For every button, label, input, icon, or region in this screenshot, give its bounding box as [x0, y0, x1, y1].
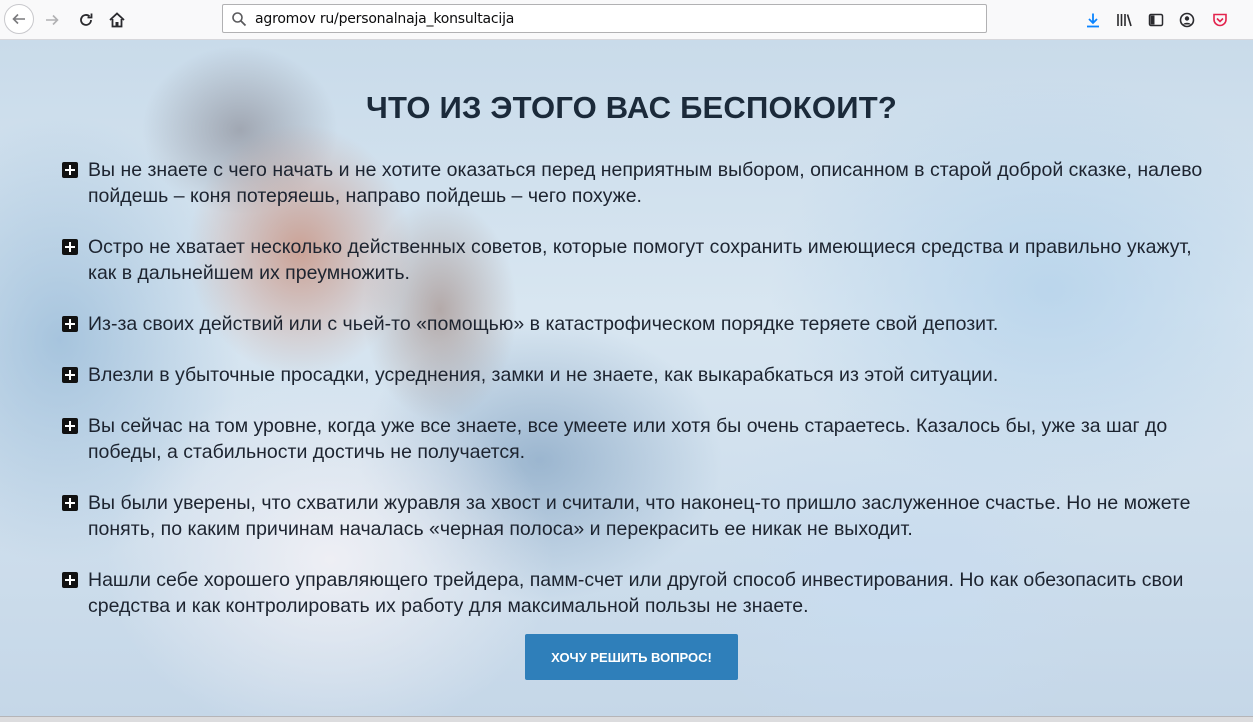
list-item: Влезли в убыточные просадки, усреднения,… — [62, 362, 1222, 388]
concern-text: Вы были уверены, что схватили журавля за… — [88, 492, 1191, 540]
list-item: Вы были уверены, что схватили журавля за… — [62, 490, 1222, 542]
pocket-icon[interactable] — [1210, 10, 1230, 30]
back-arrow-icon — [11, 11, 27, 27]
download-icon[interactable] — [1083, 10, 1103, 30]
forward-arrow-icon — [44, 12, 60, 28]
plus-square-icon — [62, 367, 78, 383]
library-icon[interactable] — [1115, 10, 1135, 30]
back-button[interactable] — [4, 4, 34, 34]
concern-text: Вы не знаете с чего начать и не хотите о… — [88, 159, 1203, 207]
plus-square-icon — [62, 572, 78, 588]
plus-square-icon — [62, 495, 78, 511]
url-text: agromov ru/personalnaja_konsultacija — [255, 10, 515, 27]
reload-button[interactable] — [72, 6, 100, 34]
search-icon — [231, 11, 247, 27]
list-item: Вы сейчас на том уровне, когда уже все з… — [62, 413, 1222, 465]
list-item: Вы не знаете с чего начать и не хотите о… — [62, 157, 1222, 209]
forward-button[interactable] — [38, 6, 66, 34]
concern-text: Нашли себе хорошего управляющего трейдер… — [88, 569, 1184, 617]
list-item: Нашли себе хорошего управляющего трейдер… — [62, 567, 1222, 619]
page-title: ЧТО ИЗ ЭТОГО ВАС БЕСПОКОИТ? — [366, 90, 897, 125]
concern-list: Вы не знаете с чего начать и не хотите о… — [62, 157, 1222, 644]
account-icon[interactable] — [1177, 10, 1197, 30]
list-item: Из-за своих действий или с чьей-то «помо… — [62, 311, 1222, 337]
plus-square-icon — [62, 162, 78, 178]
plus-square-icon — [62, 316, 78, 332]
page-content: ЧТО ИЗ ЭТОГО ВАС БЕСПОКОИТ? Вы не знаете… — [0, 40, 1253, 716]
address-bar[interactable]: agromov ru/personalnaja_konsultacija — [222, 4, 987, 33]
list-item: Остро не хватает несколько действенных с… — [62, 234, 1222, 286]
browser-toolbar: agromov ru/personalnaja_konsultacija — [0, 0, 1253, 40]
plus-square-icon — [62, 418, 78, 434]
reload-icon — [78, 12, 94, 28]
sidebar-icon[interactable] — [1146, 10, 1166, 30]
plus-square-icon — [62, 239, 78, 255]
concern-text: Вы сейчас на том уровне, когда уже все з… — [88, 415, 1168, 463]
window-bottom-edge — [0, 716, 1253, 722]
concern-text: Из-за своих действий или с чьей-то «помо… — [88, 313, 999, 335]
concern-text: Влезли в убыточные просадки, усреднения,… — [88, 364, 999, 386]
solve-issue-button[interactable]: ХОЧУ РЕШИТЬ ВОПРОС! — [525, 634, 738, 680]
home-icon — [108, 11, 126, 29]
concern-text: Остро не хватает несколько действенных с… — [88, 236, 1192, 284]
home-button[interactable] — [103, 6, 131, 34]
